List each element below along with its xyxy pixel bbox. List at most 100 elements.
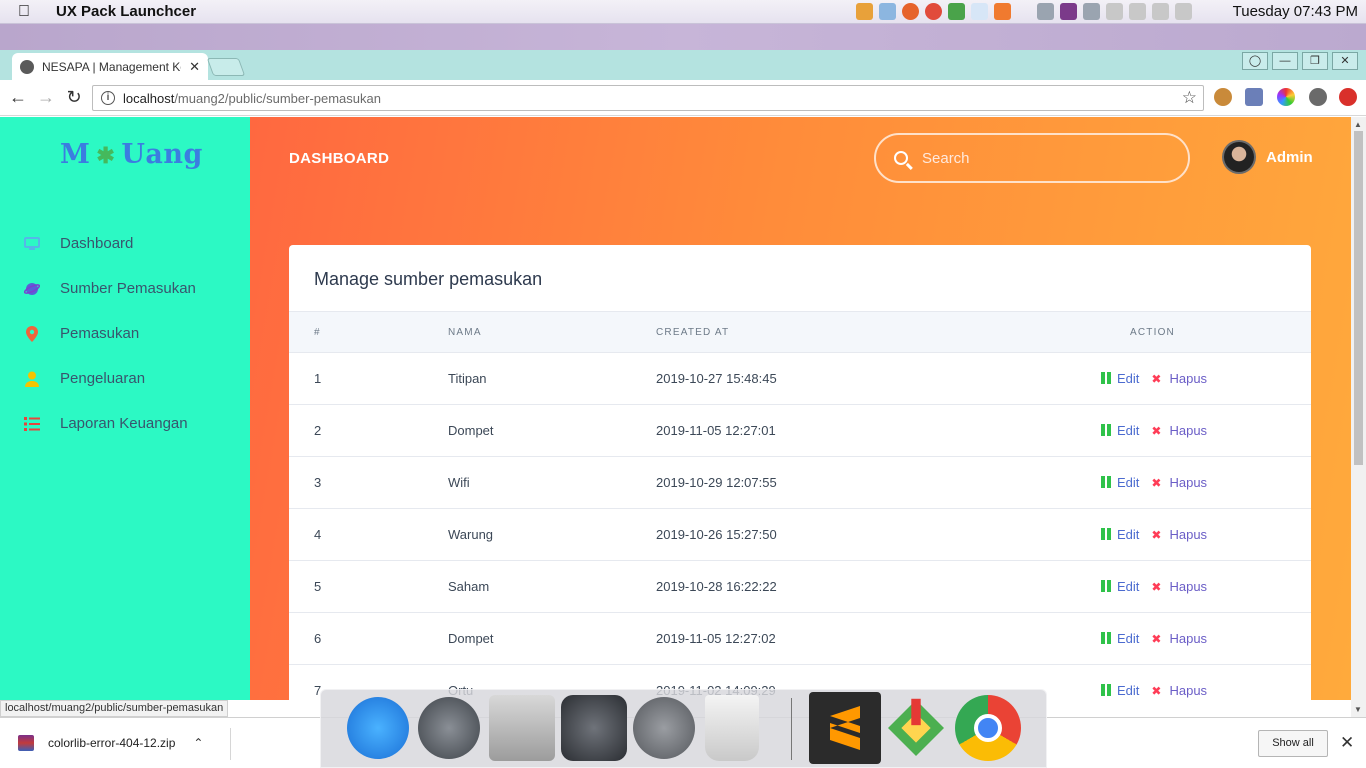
planet-icon xyxy=(24,281,40,297)
text-editor-icon[interactable] xyxy=(948,3,965,20)
dock-divider xyxy=(791,698,792,760)
close-window-button[interactable]: ✕ xyxy=(1332,52,1358,70)
extension-color-icon[interactable] xyxy=(1277,88,1295,106)
signal-icon[interactable] xyxy=(1152,3,1169,20)
delete-icon: ✖ xyxy=(1151,475,1162,490)
document-icon[interactable] xyxy=(971,3,988,20)
sidebar-item-label: Pemasukan xyxy=(60,325,140,342)
forward-arrow-icon[interactable]: → xyxy=(32,87,60,108)
map-pin-icon xyxy=(24,325,40,342)
system-preferences-icon[interactable] xyxy=(561,695,627,761)
chrome-tray-icon[interactable] xyxy=(925,3,942,20)
table-row: 1 Titipan 2019-10-27 15:48:45 Edit ✖ Hap… xyxy=(289,352,1311,405)
app-logo[interactable]: M ✱ Uang xyxy=(60,139,203,170)
back-arrow-icon[interactable]: ← xyxy=(4,87,32,108)
sublime-text-icon[interactable] xyxy=(809,692,881,764)
window-icon[interactable] xyxy=(1037,3,1054,20)
delete-link[interactable]: Hapus xyxy=(1169,527,1207,542)
delete-link[interactable]: Hapus xyxy=(1169,683,1207,698)
firefox-icon[interactable] xyxy=(902,3,919,20)
display-icon[interactable] xyxy=(1083,3,1100,20)
os-app-name[interactable]: UX Pack Launchcer xyxy=(56,3,196,20)
cell-nama: Titipan xyxy=(448,371,487,386)
site-info-icon[interactable]: i xyxy=(101,91,115,105)
flag-icon[interactable] xyxy=(1106,3,1123,20)
delete-link[interactable]: Hapus xyxy=(1169,579,1207,594)
user-menu[interactable]: Admin xyxy=(1222,140,1313,174)
winrar-icon[interactable] xyxy=(1060,3,1077,20)
page-scrollbar[interactable]: ▲ ▼ xyxy=(1351,117,1366,717)
apple-icon[interactable]:  xyxy=(18,3,40,21)
edit-link[interactable]: Edit xyxy=(1117,579,1139,594)
sidebar-item-sumber-pemasukan[interactable]: Sumber Pemasukan xyxy=(0,266,250,311)
edit-link[interactable]: Edit xyxy=(1117,527,1139,542)
media-player-icon[interactable] xyxy=(856,3,873,20)
sidebar-item-dashboard[interactable]: Dashboard xyxy=(0,221,250,266)
folder-icon[interactable] xyxy=(879,3,896,20)
close-downloads-icon[interactable]: ✕ xyxy=(1340,733,1354,753)
google-chrome-icon[interactable] xyxy=(955,695,1021,761)
edit-link[interactable]: Edit xyxy=(1117,475,1139,490)
git-icon[interactable] xyxy=(883,695,949,761)
edit-link[interactable]: Edit xyxy=(1117,683,1139,698)
browser-toolbar: ← → ↻ i localhost/muang2/public/sumber-p… xyxy=(0,80,1366,116)
browser-tab-active[interactable]: NESAPA | Management Ke… ✕ xyxy=(12,53,208,80)
scroll-down-icon[interactable]: ▼ xyxy=(1354,705,1362,714)
show-all-button[interactable]: Show all xyxy=(1258,730,1328,757)
edit-link[interactable]: Edit xyxy=(1117,631,1139,646)
launchpad-rocket-icon[interactable] xyxy=(418,697,480,759)
extension-upload-icon[interactable] xyxy=(1339,88,1357,106)
sidebar-item-pengeluaran[interactable]: Pengeluaran xyxy=(0,356,250,401)
main-content: DASHBOARD Admin Manage sumber pemasukan … xyxy=(250,117,1351,700)
os-clock[interactable]: Tuesday 07:43 PM xyxy=(1233,3,1358,20)
new-tab-button[interactable] xyxy=(206,58,246,76)
battery-icon[interactable] xyxy=(1129,3,1146,20)
edit-icon xyxy=(1101,684,1113,697)
reload-icon[interactable]: ↻ xyxy=(60,87,88,108)
table-header-row: # NAMA CREATED AT ACTION xyxy=(289,311,1311,353)
delete-link[interactable]: Hapus xyxy=(1169,423,1207,438)
sidebar-item-pemasukan[interactable]: Pemasukan xyxy=(0,311,250,356)
extension-owl-icon[interactable] xyxy=(1214,88,1232,106)
restore-button[interactable]: ❐ xyxy=(1302,52,1328,70)
bookmark-star-icon[interactable]: ☆ xyxy=(1182,88,1197,108)
search-box[interactable] xyxy=(874,133,1190,183)
extension-recycle-icon[interactable] xyxy=(1309,88,1327,106)
trash-icon[interactable] xyxy=(705,695,759,761)
download-item[interactable]: colorlib-error-404-12.zip ⌃ xyxy=(18,735,203,751)
search-icon xyxy=(894,151,908,165)
system-tray xyxy=(856,3,1192,20)
chevron-up-icon[interactable]: ⌃ xyxy=(193,736,203,750)
app-store-icon[interactable] xyxy=(347,697,409,759)
scroll-up-icon[interactable]: ▲ xyxy=(1354,120,1362,129)
card-title: Manage sumber pemasukan xyxy=(314,269,543,289)
avatar[interactable] xyxy=(1222,140,1256,174)
mac-pro-icon[interactable] xyxy=(489,695,555,761)
delete-link[interactable]: Hapus xyxy=(1169,371,1207,386)
delete-link[interactable]: Hapus xyxy=(1169,631,1207,646)
profile-icon[interactable]: ◯ xyxy=(1242,52,1268,70)
xampp-icon[interactable] xyxy=(994,3,1011,20)
cell-nama: Dompet xyxy=(448,631,494,646)
edit-icon xyxy=(1101,476,1113,489)
logo-star-icon: ✱ xyxy=(96,143,116,169)
address-bar[interactable]: i localhost/muang2/public/sumber-pemasuk… xyxy=(92,85,1204,111)
edit-link[interactable]: Edit xyxy=(1117,423,1139,438)
user-name[interactable]: Admin xyxy=(1266,149,1313,166)
tab-close-icon[interactable]: ✕ xyxy=(189,59,200,75)
url-text[interactable]: localhost/muang2/public/sumber-pemasukan xyxy=(123,91,381,106)
cell-no: 5 xyxy=(314,579,322,594)
delete-icon: ✖ xyxy=(1151,683,1162,698)
minimize-button[interactable]: — xyxy=(1272,52,1298,70)
edit-link[interactable]: Edit xyxy=(1117,371,1139,386)
volume-icon[interactable] xyxy=(1175,3,1192,20)
cell-no: 3 xyxy=(314,475,322,490)
sidebar-nav: Dashboard Sumber Pemasukan Pemasukan Pen… xyxy=(0,221,250,446)
sidebar-item-laporan-keuangan[interactable]: Laporan Keuangan xyxy=(0,401,250,446)
delete-link[interactable]: Hapus xyxy=(1169,475,1207,490)
search-input[interactable] xyxy=(922,149,1162,167)
power-icon[interactable] xyxy=(633,697,695,759)
extension-php-icon[interactable] xyxy=(1245,88,1263,106)
edit-icon xyxy=(1101,528,1113,541)
scrollbar-thumb[interactable] xyxy=(1354,131,1363,465)
